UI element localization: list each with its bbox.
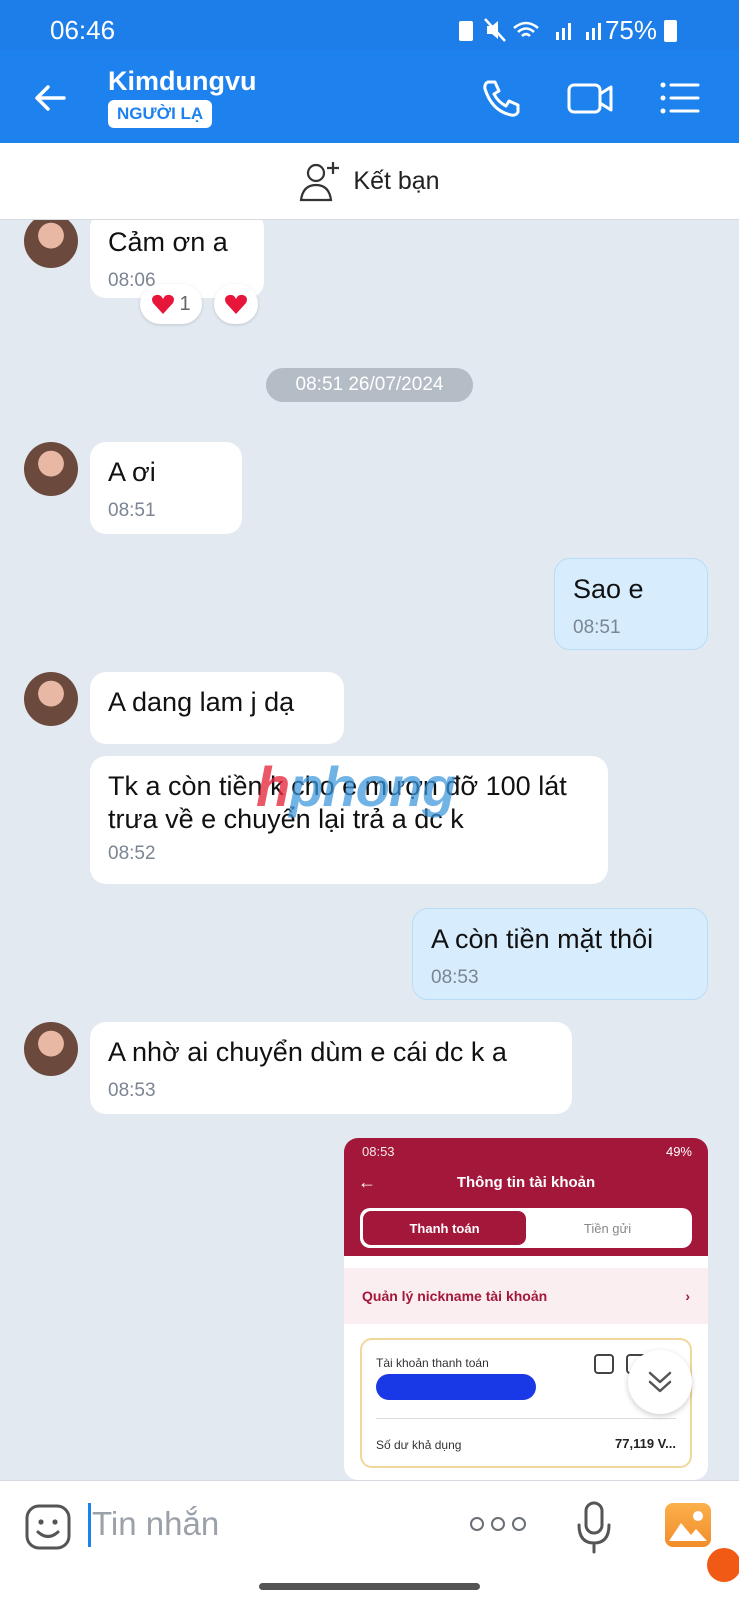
status-time: 06:46 xyxy=(50,15,116,45)
more-options-icon[interactable] xyxy=(470,1517,526,1531)
message-bubble[interactable]: A ơi 08:51 xyxy=(90,442,242,534)
message-text: A còn tiền mặt thôi xyxy=(431,924,654,954)
message-input-bar: Tin nhắn xyxy=(0,1480,739,1600)
add-friend-icon xyxy=(300,162,340,202)
stranger-badge: NGƯỜI LẠ xyxy=(108,100,213,128)
message-time: 08:51 xyxy=(108,499,156,521)
avatar[interactable] xyxy=(24,220,78,268)
battery-percent: 75% xyxy=(604,15,657,45)
mute-icon xyxy=(484,18,506,42)
message-bubble-outgoing[interactable]: A còn tiền mặt thôi 08:53 xyxy=(412,908,708,1000)
watermark: hphong xyxy=(256,755,456,818)
battery-saver-icon xyxy=(459,21,473,41)
message-bubble[interactable]: A nhờ ai chuyển dùm e cái dc k a 08:53 xyxy=(90,1022,572,1114)
chat-header: Kimdungvu NGƯỜI LẠ xyxy=(0,50,739,143)
message-input[interactable]: Tin nhắn xyxy=(92,1505,219,1543)
bank-tab-payment: Thanh toán xyxy=(363,1211,526,1245)
sticker-emoji-icon[interactable] xyxy=(24,1503,72,1551)
status-bar: 06:46 75% xyxy=(0,0,739,50)
message-text: A nhờ ai chuyển dùm e cái dc k a xyxy=(108,1037,507,1067)
bank-balance-label: Số dư khả dụng xyxy=(376,1438,462,1452)
date-divider: 08:51 26/07/2024 xyxy=(266,368,473,402)
message-bubble[interactable]: A dang lam j dạ xyxy=(90,672,344,744)
message-text: A ơi xyxy=(108,457,156,487)
text-caret xyxy=(88,1503,91,1547)
microphone-icon[interactable] xyxy=(576,1499,612,1555)
bank-nickname-row: Quản lý nickname tài khoản › xyxy=(344,1268,708,1324)
copy-icon xyxy=(594,1354,614,1374)
react-button[interactable] xyxy=(214,284,258,324)
scroll-down-button[interactable] xyxy=(628,1350,692,1414)
image-message[interactable]: 08:53 49% ← Thông tin tài khoản Thanh to… xyxy=(344,1138,708,1480)
phone-icon[interactable] xyxy=(478,74,526,122)
bank-tabs: Thanh toán Tiền gửi xyxy=(360,1208,692,1248)
video-call-icon[interactable] xyxy=(566,74,614,122)
bank-nickname-label: Quản lý nickname tài khoản xyxy=(362,1288,548,1304)
message-text: Cảm ơn a xyxy=(108,227,228,257)
bank-balance-value: 77,119 V... xyxy=(615,1436,676,1451)
message-time: 08:51 xyxy=(573,616,621,638)
avatar[interactable] xyxy=(24,672,78,726)
reaction-count: 1 xyxy=(179,292,191,315)
message-time: 08:53 xyxy=(108,1079,156,1101)
chevron-right-icon: › xyxy=(685,1288,690,1304)
battery-icon xyxy=(664,20,677,42)
divider xyxy=(376,1418,676,1419)
message-text: A dang lam j dạ xyxy=(108,687,295,717)
menu-list-icon[interactable] xyxy=(656,74,704,122)
message-text: Sao e xyxy=(573,574,644,604)
back-arrow-icon[interactable] xyxy=(30,78,70,118)
message-time: 08:52 xyxy=(108,842,156,864)
avatar[interactable] xyxy=(24,1022,78,1076)
bank-status-battery: 49% xyxy=(665,1144,692,1159)
bank-status-time: 08:53 xyxy=(362,1144,395,1159)
bank-title: Thông tin tài khoản xyxy=(456,1174,596,1191)
heart-icon xyxy=(225,294,247,314)
redaction-scribble xyxy=(376,1374,536,1400)
bank-account-label: Tài khoản thanh toán xyxy=(376,1356,489,1370)
bank-tab-deposit: Tiền gửi xyxy=(583,1220,632,1236)
add-friend-label: Kết bạn xyxy=(353,166,440,195)
message-bubble-outgoing[interactable]: Sao e 08:51 xyxy=(554,558,708,650)
reaction-summary[interactable]: 1 xyxy=(140,284,202,324)
message-list[interactable]: Cảm ơn a 08:06 1 08:51 26/07/2024 A ơi 0… xyxy=(0,220,739,1480)
message-time: 08:53 xyxy=(431,966,479,988)
gallery-image-icon[interactable] xyxy=(665,1503,711,1547)
add-friend-bar[interactable]: Kết bạn xyxy=(0,143,739,220)
bank-header: 08:53 49% ← Thông tin tài khoản Thanh to… xyxy=(344,1138,708,1256)
double-chevron-down-icon xyxy=(648,1371,672,1393)
avatar[interactable] xyxy=(24,442,78,496)
floating-badge-icon[interactable] xyxy=(707,1548,739,1582)
heart-icon xyxy=(152,294,175,314)
contact-name[interactable]: Kimdungvu xyxy=(108,66,257,97)
home-indicator[interactable] xyxy=(259,1583,480,1590)
